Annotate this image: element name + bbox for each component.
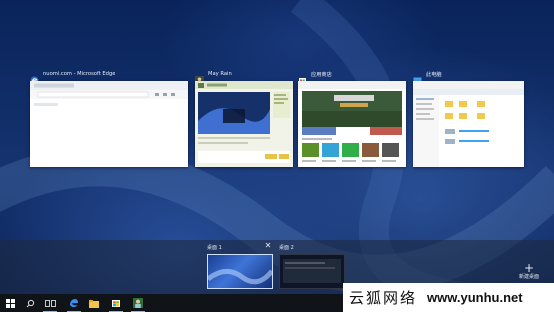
taskbar-may-rain[interactable] [128,294,148,312]
close-desktop-icon[interactable]: ✕ [264,242,272,250]
window-preview [413,81,524,167]
window-preview [30,81,188,167]
window-preview [298,81,406,167]
window-thumbnail-this-pc[interactable]: 此电脑 [413,68,524,167]
watermark: 云狐网络 www.yunhu.net [343,283,554,312]
task-view-icon [44,299,56,307]
edge-icon [30,70,39,84]
window-title: 此电脑 [426,71,442,78]
window-title: May Rain [208,71,232,77]
app-avatar-icon [195,70,204,85]
plus-icon: + [523,261,535,275]
edge-icon [70,299,78,308]
search-button[interactable] [20,294,40,312]
store-icon [112,300,120,307]
taskbar-store[interactable] [106,294,126,312]
taskbar-file-explorer[interactable] [84,294,104,312]
window-thumbnail-may-rain[interactable]: May Rain [195,68,293,167]
watermark-url: www.yunhu.net [427,290,523,305]
desktop-preview [206,254,274,289]
new-desktop-label: 新建桌面 [518,274,539,280]
window-title: nuomi.com - Microsoft Edge [43,71,116,77]
app-avatar-icon [133,298,143,308]
desktop-1[interactable]: 桌面 1 [206,244,274,289]
desktop-label: 桌面 2 [279,245,294,251]
search-icon [26,299,34,307]
this-pc-icon [413,70,422,84]
folder-icon [89,299,99,308]
window-thumbnail-store[interactable]: 应用商店 [298,68,406,167]
start-button[interactable] [0,294,20,312]
taskbar-edge[interactable] [64,294,84,312]
windows-logo-icon [5,298,15,308]
window-title: 应用商店 [311,71,332,78]
new-desktop-button[interactable]: + 新建桌面 [512,262,546,281]
task-view-button[interactable] [40,294,60,312]
store-icon [298,70,307,84]
desktop-label: 桌面 1 [207,245,222,251]
window-preview [195,81,293,167]
desktop-preview [279,254,345,289]
window-thumbnail-edge[interactable]: nuomi.com - Microsoft Edge [30,68,188,167]
desktop-2[interactable]: 桌面 2 [279,244,345,289]
watermark-text: 云狐网络 [349,289,418,307]
